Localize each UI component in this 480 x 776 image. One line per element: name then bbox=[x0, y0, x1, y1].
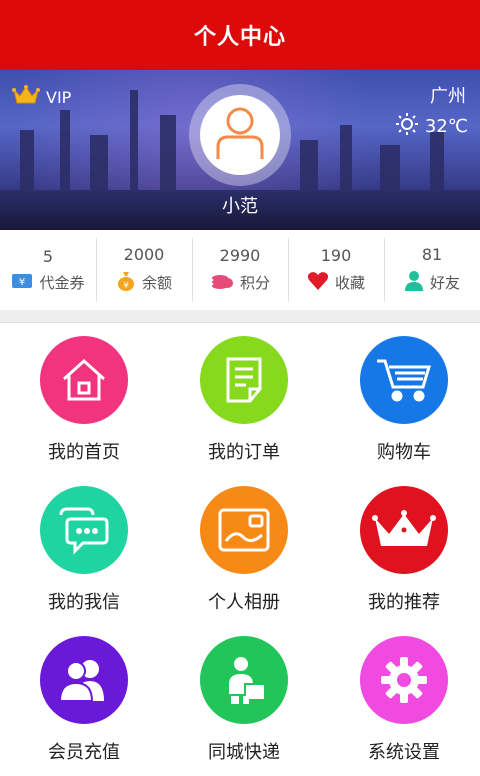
stat-points[interactable]: 2990 积分 bbox=[192, 230, 288, 310]
members-icon bbox=[40, 636, 128, 724]
menu-item-label: 购物车 bbox=[377, 442, 431, 463]
menu-item-label: 同城快递 bbox=[208, 742, 280, 763]
temperature: 32℃ bbox=[424, 116, 468, 137]
message-icon bbox=[40, 486, 128, 574]
stat-label: 收藏 bbox=[334, 274, 365, 292]
crown-icon bbox=[12, 84, 46, 110]
page-title: 个人中心 bbox=[193, 25, 286, 50]
heart-icon bbox=[307, 271, 335, 295]
skyline-building bbox=[300, 140, 318, 190]
album-icon bbox=[200, 486, 288, 574]
menu-item-recharge[interactable]: 会员充值 bbox=[4, 636, 164, 776]
city-label: 广州 bbox=[430, 86, 466, 107]
menu-item-label: 个人相册 bbox=[208, 592, 280, 613]
skyline-building bbox=[160, 115, 176, 190]
svg-text:¥: ¥ bbox=[19, 277, 25, 288]
stat-friends[interactable]: 81 好友 bbox=[384, 230, 480, 310]
skyline-building bbox=[60, 110, 70, 190]
crown-icon bbox=[360, 486, 448, 574]
menu-item-album[interactable]: 个人相册 bbox=[164, 486, 324, 626]
menu-item-label: 我的首页 bbox=[48, 442, 120, 463]
menu-item-label: 我的推荐 bbox=[368, 592, 440, 613]
menu-item-cart[interactable]: 购物车 bbox=[324, 336, 480, 476]
stat-value: 5 bbox=[42, 246, 54, 266]
stat-label: 余额 bbox=[141, 274, 172, 292]
home-icon bbox=[40, 336, 128, 424]
menu-item-label: 我的我信 bbox=[48, 592, 120, 613]
stat-value: 81 bbox=[421, 244, 443, 264]
menu-item-home[interactable]: 我的首页 bbox=[4, 336, 164, 476]
menu-item-settings[interactable]: 系统设置 bbox=[324, 636, 480, 776]
stat-value: 2000 bbox=[123, 244, 165, 264]
stat-value: 190 bbox=[320, 245, 352, 265]
skyline-building bbox=[340, 125, 352, 190]
menu-item-label: 我的订单 bbox=[208, 442, 280, 463]
stat-value: 2990 bbox=[219, 245, 261, 265]
cart-icon bbox=[360, 336, 448, 424]
order-icon bbox=[200, 336, 288, 424]
title-bar: 个人中心 bbox=[0, 0, 480, 70]
menu-item-label: 系统设置 bbox=[368, 742, 440, 763]
skyline-building bbox=[90, 135, 108, 190]
money-bag-icon: ¥ bbox=[116, 270, 142, 296]
friend-icon bbox=[404, 270, 430, 296]
stat-voucher[interactable]: 5 ¥ 代金券 bbox=[0, 230, 96, 310]
weather-widget: 32℃ bbox=[395, 112, 468, 141]
vip-label: VIP bbox=[46, 87, 72, 107]
menu-item-recommend[interactable]: 我的推荐 bbox=[324, 486, 480, 626]
stat-label: 积分 bbox=[239, 274, 270, 292]
courier-icon bbox=[200, 636, 288, 724]
menu-item-label: 会员充值 bbox=[48, 742, 120, 763]
menu-item-orders[interactable]: 我的订单 bbox=[164, 336, 324, 476]
stat-label: 代金券 bbox=[39, 274, 85, 292]
stat-balance[interactable]: 2000 ¥ 余额 bbox=[96, 230, 192, 310]
skyline-building bbox=[130, 90, 138, 190]
coins-icon bbox=[210, 271, 240, 295]
svg-text:¥: ¥ bbox=[123, 281, 129, 291]
user-nickname: 小范 bbox=[222, 196, 258, 217]
skyline-building bbox=[380, 145, 400, 190]
gear-icon bbox=[360, 636, 448, 724]
stat-favorites[interactable]: 190 收藏 bbox=[288, 230, 384, 310]
profile-banner: VIP 广州 32℃ 小范 bbox=[0, 70, 480, 230]
vip-badge[interactable]: VIP bbox=[12, 84, 71, 110]
skyline-building bbox=[20, 130, 34, 190]
section-divider bbox=[0, 310, 480, 323]
avatar[interactable] bbox=[200, 95, 280, 175]
sun-icon bbox=[395, 112, 425, 141]
stat-label: 好友 bbox=[429, 274, 460, 292]
user-icon bbox=[212, 103, 268, 167]
menu-item-courier[interactable]: 同城快递 bbox=[164, 636, 324, 776]
stats-bar: 5 ¥ 代金券 2000 ¥ 余额 2990 积分 190 收藏 81 好友 bbox=[0, 230, 480, 310]
voucher-icon: ¥ bbox=[11, 272, 39, 294]
menu-item-messages[interactable]: 我的我信 bbox=[4, 486, 164, 626]
